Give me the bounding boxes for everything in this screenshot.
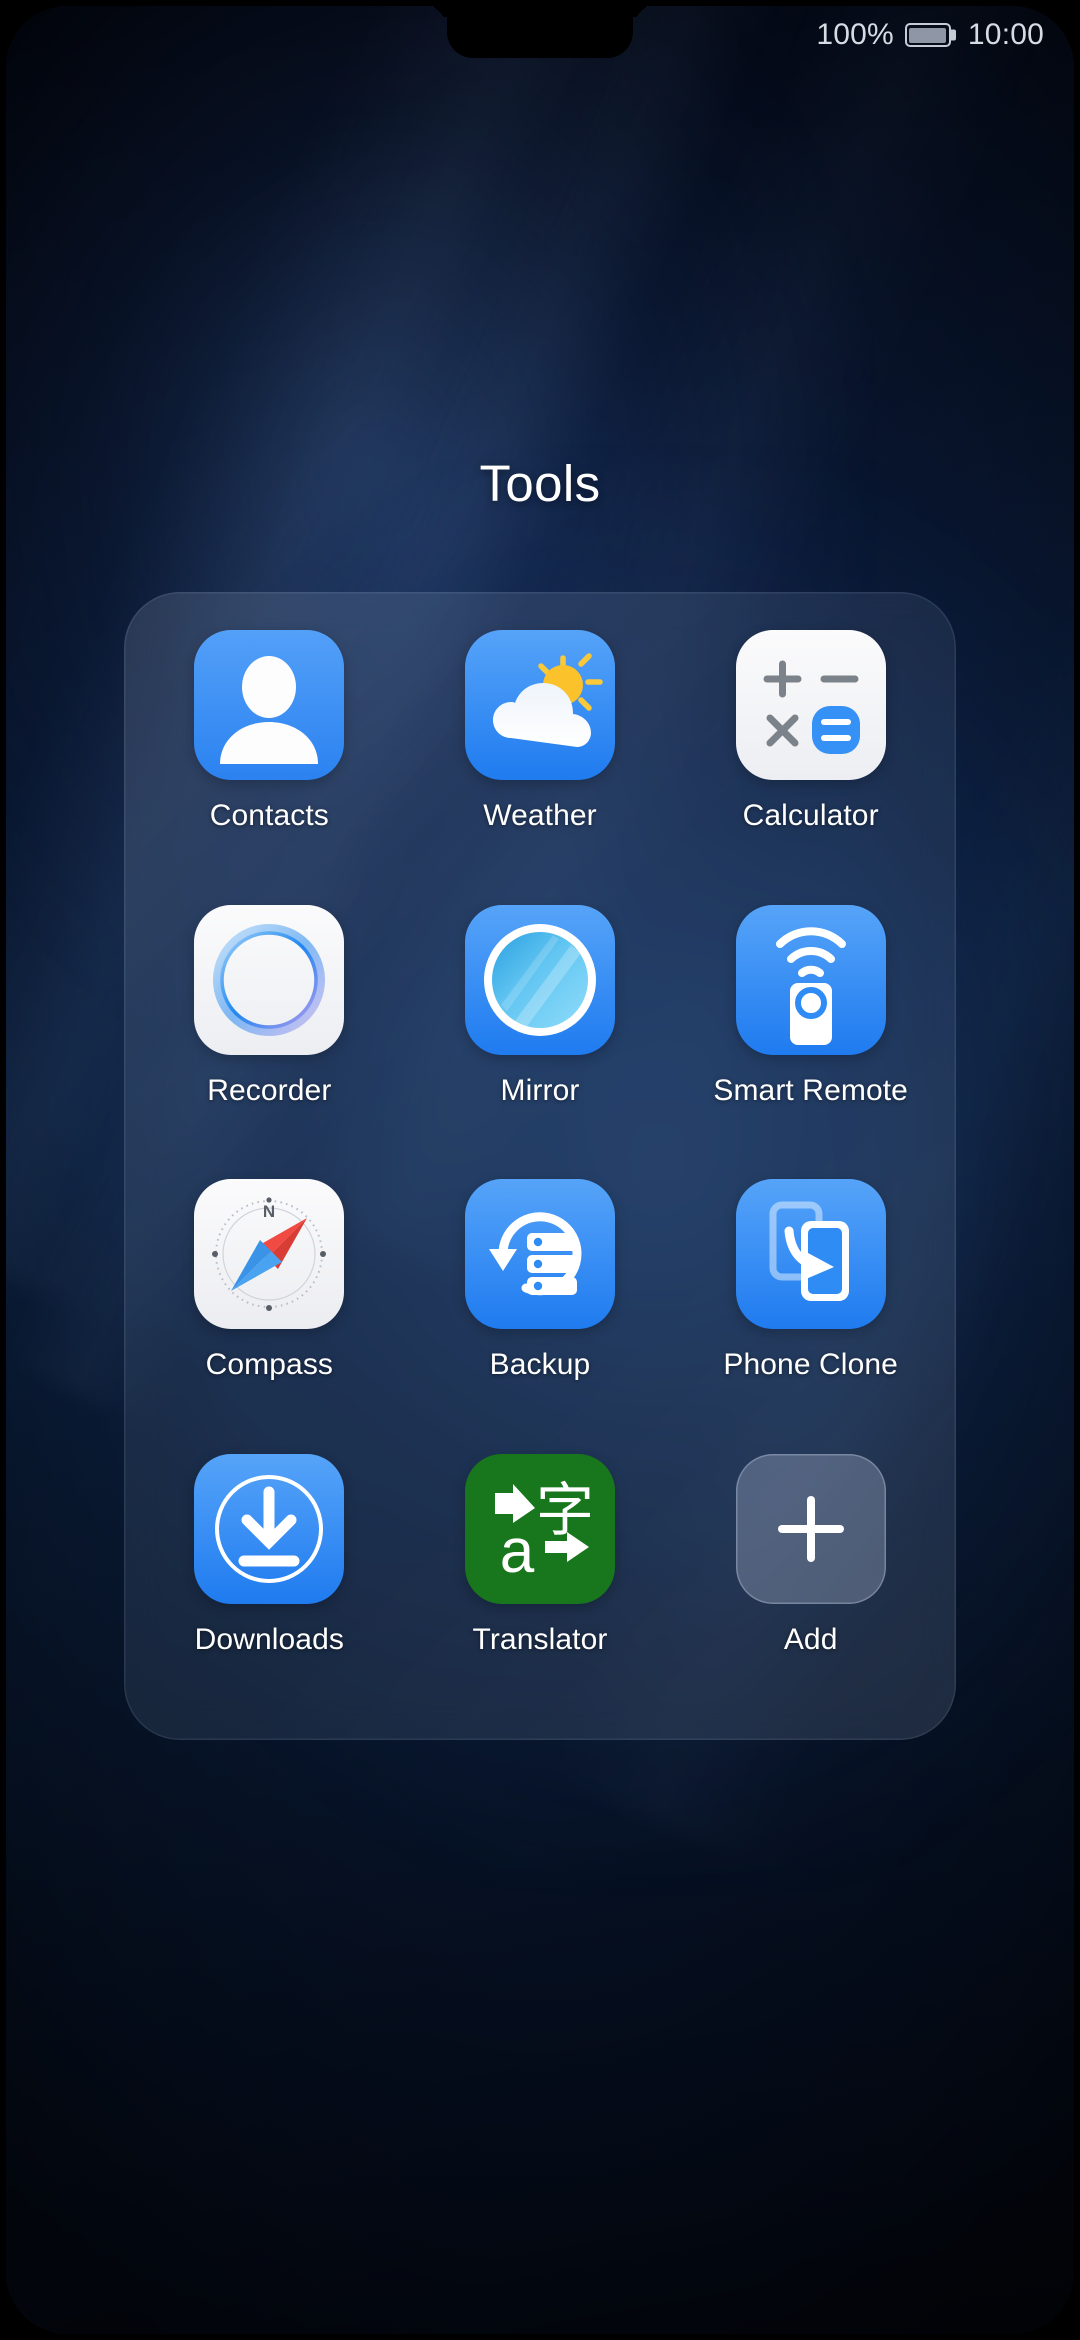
app-label: Translator — [472, 1622, 608, 1656]
app-item-smart-remote[interactable]: Smart Remote — [675, 891, 946, 1166]
app-item-calculator[interactable]: Calculator — [675, 616, 946, 891]
phone-screen: 100% 10:00 Tools Contacts Weather Calcul… — [6, 6, 1074, 2334]
app-item-mirror[interactable]: Mirror — [405, 891, 676, 1166]
app-item-weather[interactable]: Weather — [405, 616, 676, 891]
recorder-icon[interactable] — [194, 904, 345, 1055]
battery-fill — [909, 27, 947, 43]
app-item-recorder[interactable]: Recorder — [134, 891, 405, 1166]
svg-text:字: 字 — [536, 1478, 594, 1543]
battery-full-icon — [904, 23, 951, 47]
downloads-icon[interactable] — [194, 1453, 345, 1604]
app-label: Mirror — [500, 1073, 580, 1107]
app-item-compass[interactable]: N Compass — [134, 1165, 405, 1440]
app-item-backup[interactable]: Backup — [405, 1165, 676, 1440]
svg-text:a: a — [500, 1517, 535, 1586]
plus-icon[interactable] — [735, 1453, 886, 1604]
app-label: Backup — [489, 1348, 591, 1381]
app-item-translator[interactable]: a 字 Translator — [405, 1440, 676, 1715]
app-item-contacts[interactable]: Contacts — [134, 616, 405, 891]
contacts-icon[interactable] — [194, 630, 345, 780]
display-notch — [447, 6, 633, 58]
app-label: Phone Clone — [723, 1348, 898, 1381]
phone-clone-icon[interactable] — [735, 1179, 886, 1329]
app-label: Weather — [483, 799, 597, 832]
folder-app-grid: Contacts Weather Calculator Recorder Mir… — [124, 592, 956, 1740]
phone-device: 100% 10:00 Tools Contacts Weather Calcul… — [0, 0, 1080, 2340]
status-bar-right: 100% 10:00 — [816, 18, 1044, 52]
app-item-add[interactable]: Add — [675, 1440, 946, 1715]
compass-icon[interactable]: N — [194, 1179, 345, 1329]
app-label: Calculator — [742, 799, 879, 832]
backup-icon[interactable] — [464, 1179, 615, 1329]
app-label: Contacts — [209, 799, 329, 832]
battery-percent-label: 100% — [816, 18, 894, 51]
app-item-downloads[interactable]: Downloads — [134, 1440, 405, 1715]
smart-remote-icon[interactable] — [735, 904, 886, 1055]
calculator-icon[interactable] — [735, 630, 886, 780]
app-item-phone-clone[interactable]: Phone Clone — [675, 1165, 946, 1440]
weather-icon[interactable] — [464, 630, 615, 780]
svg-text:N: N — [263, 1202, 275, 1221]
folder-title: Tools — [479, 455, 601, 512]
app-label: Compass — [205, 1348, 334, 1381]
status-bar-clock: 10:00 — [967, 18, 1044, 51]
app-label: Add — [783, 1622, 838, 1656]
app-label: Recorder — [207, 1073, 332, 1107]
app-label: Downloads — [194, 1622, 344, 1656]
translator-icon[interactable]: a 字 — [464, 1453, 615, 1604]
app-label: Smart Remote — [713, 1073, 908, 1107]
mirror-icon[interactable] — [464, 904, 615, 1055]
